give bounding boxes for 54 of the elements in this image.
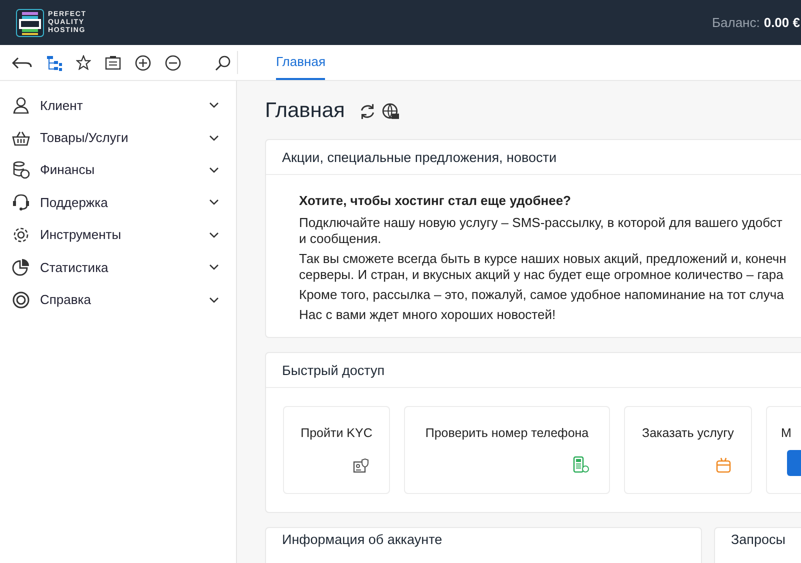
sidebar-item[interactable]: Статистика — [0, 250, 236, 284]
chevron-down-icon — [209, 102, 219, 108]
page-title: Главная — [265, 99, 345, 123]
pie-chart-icon — [12, 258, 30, 276]
card-title: Акции, специальные предложения, новости — [282, 150, 557, 164]
coins-icon — [12, 160, 30, 179]
news-heading: Хотите, чтобы хостинг стал еще удобнее? — [299, 193, 572, 209]
quick-access-tile[interactable]: Заказать услугу — [624, 406, 752, 494]
plus-circle-icon[interactable] — [135, 54, 151, 70]
logo-icon[interactable] — [16, 8, 44, 36]
balance-label: Баланс: — [712, 15, 760, 30]
news-paragraph: Нас с вами ждет много хороших новостей! — [299, 307, 557, 323]
news-paragraph: Подключайте нашу новую услугу – SMS-рассылку, в которой для вашего удобст и сообщения. — [299, 215, 784, 247]
user-icon — [12, 96, 30, 114]
sidebar-item[interactable]: Справка — [0, 283, 236, 316]
tile-label: Проверить номер телефона — [425, 426, 589, 440]
tab[interactable]: Главная — [276, 45, 326, 80]
sidebar-item[interactable]: Товары/Услуги — [0, 121, 236, 154]
tile-label: М — [781, 426, 792, 440]
refresh-icon[interactable] — [358, 102, 376, 120]
balance-value: 0.00 € — [764, 15, 800, 30]
minus-circle-icon[interactable] — [165, 54, 181, 70]
news-paragraph: Кроме того, рассылка – это, пожалуй, самое удобное напоминание на тот случа — [299, 287, 785, 303]
chevron-down-icon — [209, 199, 219, 206]
chevron-down-icon — [209, 264, 219, 270]
quick-access-tile[interactable]: Проверить номер телефона — [404, 406, 610, 494]
card-title: Информация об аккаунте — [282, 532, 442, 547]
star-icon[interactable] — [76, 55, 91, 70]
chevron-down-icon — [209, 166, 219, 173]
lifebuoy-icon — [12, 290, 30, 309]
back-arrow-icon[interactable] — [12, 56, 32, 70]
tile-label: Пройти KYC — [300, 426, 372, 440]
gift-icon — [716, 457, 731, 473]
sidebar-item[interactable]: Клиент — [0, 89, 236, 122]
tile-label: Заказать услугу — [642, 426, 734, 440]
clipboard-list-icon[interactable] — [105, 55, 121, 70]
gear-icon — [12, 226, 30, 244]
headset-icon — [12, 193, 30, 212]
id-card-icon — [353, 458, 369, 473]
news-paragraph: Так вы сможете всегда быть в курсе наших новых акций, предложений и, конечн серверы. И стран, и вкусных акций у нас будет еще огромное количество – гара — [299, 251, 788, 283]
quick-access-tile[interactable]: Пройти KYC — [283, 406, 390, 494]
sidebar-item[interactable]: Финансы — [0, 154, 236, 186]
card-title: Быстрый доступ — [282, 362, 385, 378]
phone-icon — [573, 456, 589, 473]
quick-access-tile[interactable]: М — [766, 406, 801, 494]
sidebar-item[interactable]: Инструменты — [0, 218, 236, 251]
sidebar-item[interactable]: Поддержка — [0, 186, 236, 219]
chevron-down-icon — [209, 232, 219, 238]
tree-icon[interactable] — [46, 54, 62, 70]
card-title: Запросы — [731, 532, 786, 547]
chevron-down-icon — [209, 296, 219, 303]
globe-icon[interactable] — [382, 102, 399, 120]
chevron-down-icon — [209, 134, 219, 141]
search-icon[interactable] — [215, 54, 231, 70]
